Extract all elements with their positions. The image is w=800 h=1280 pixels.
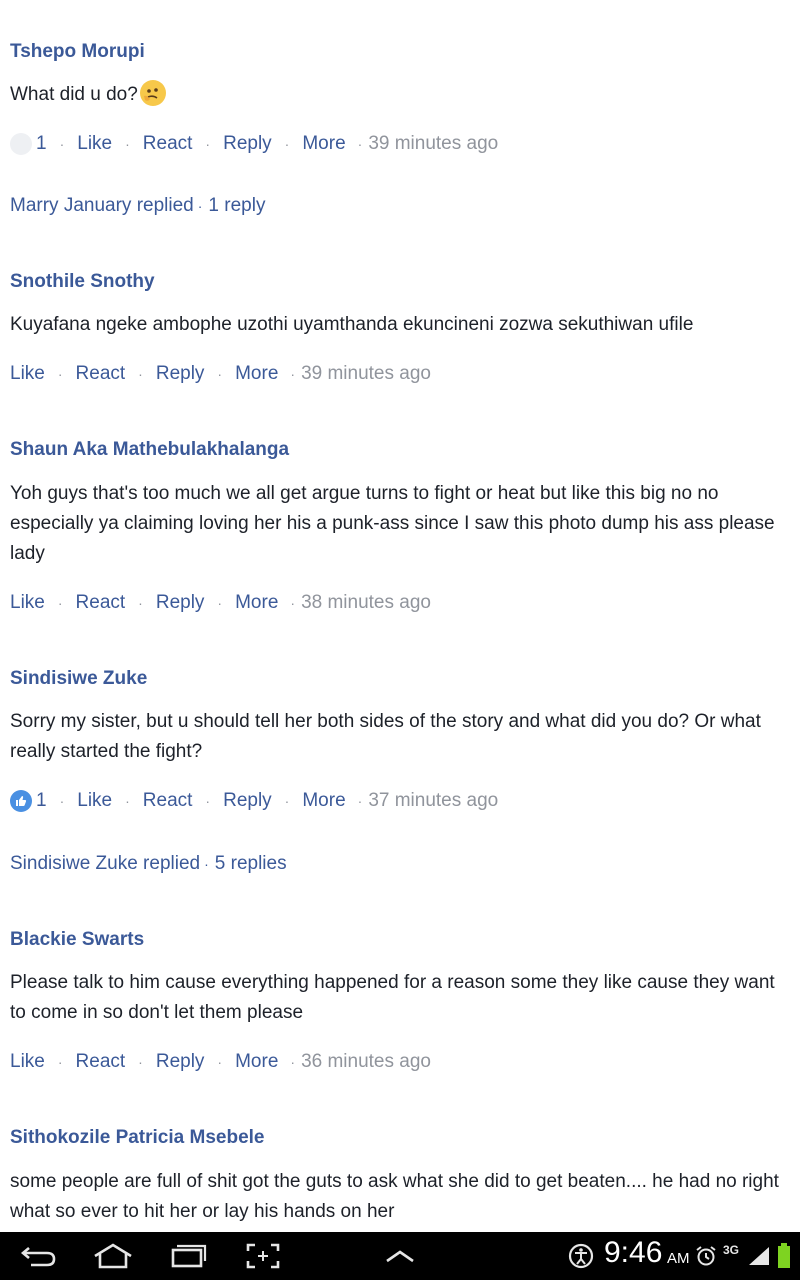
react-button[interactable]: React — [143, 133, 193, 155]
view-replies-link[interactable]: Sindisiwe Zuke replied · 5 replies — [10, 853, 287, 875]
reply-button[interactable]: Reply — [223, 790, 272, 812]
comment-author[interactable]: Tshepo Morupi — [10, 41, 145, 63]
clock-ampm: AM — [667, 1250, 690, 1267]
like-button[interactable]: Like — [77, 133, 112, 155]
comment-text: Please talk to him cause everything happ… — [10, 972, 775, 1023]
reaction-icon — [10, 133, 32, 155]
back-icon[interactable] — [14, 1232, 64, 1280]
more-button[interactable]: More — [302, 790, 345, 812]
clock-time: 9:46 — [604, 1236, 663, 1269]
thinking-emoji-icon — [139, 80, 166, 106]
comment-text: Yoh guys that's too much we all get argu… — [10, 483, 775, 564]
battery-icon — [774, 1232, 794, 1280]
network-type: 3G — [723, 1243, 740, 1257]
more-button[interactable]: More — [235, 1051, 278, 1073]
reply-button[interactable]: Reply — [223, 133, 272, 155]
view-replies-link[interactable]: Marry January replied · 1 reply — [10, 195, 265, 217]
comment-text: Sorry my sister, but u should tell her b… — [10, 711, 761, 762]
like-button[interactable]: Like — [10, 363, 45, 385]
like-button[interactable]: Like — [77, 790, 112, 812]
comment-actions: 1 · Like · React · Reply · More · 37 min… — [10, 790, 498, 812]
comment-author[interactable]: Snothile Snothy — [10, 271, 155, 293]
reaction-count[interactable]: 1 — [10, 790, 47, 812]
comment-time: 38 minutes ago — [301, 592, 431, 613]
like-button[interactable]: Like — [10, 592, 45, 614]
like-button[interactable]: Like — [10, 1051, 45, 1073]
home-icon[interactable] — [88, 1232, 138, 1280]
comment-text: What did u do? — [10, 80, 780, 110]
reply-button[interactable]: Reply — [156, 1051, 205, 1073]
comment-time: 39 minutes ago — [301, 363, 431, 384]
alarm-icon — [694, 1232, 718, 1280]
accessibility-icon — [566, 1232, 596, 1280]
like-reaction-icon — [10, 790, 32, 812]
reply-button[interactable]: Reply — [156, 592, 205, 614]
chevron-up-icon[interactable] — [380, 1232, 420, 1280]
screenshot-icon[interactable] — [243, 1232, 283, 1280]
recent-apps-icon[interactable] — [166, 1232, 210, 1280]
react-button[interactable]: React — [76, 592, 126, 614]
more-button[interactable]: More — [235, 363, 278, 385]
react-button[interactable]: React — [76, 363, 126, 385]
comment-time: 37 minutes ago — [368, 790, 499, 811]
comment-author[interactable]: Sindisiwe Zuke — [10, 668, 147, 690]
reaction-count[interactable]: 1 — [10, 133, 47, 155]
react-button[interactable]: React — [76, 1051, 126, 1073]
comment-text: Kuyafana ngeke ambophe uzothi uyamthanda… — [10, 314, 694, 335]
comments-feed: Tshepo Morupi What did u do? 1 · Like · … — [0, 0, 800, 1232]
comment-author[interactable]: Blackie Swarts — [10, 929, 144, 951]
comment-time: 36 minutes ago — [301, 1051, 431, 1072]
comment-actions: Like · React · Reply · More · 36 minutes… — [10, 1051, 431, 1073]
reply-button[interactable]: Reply — [156, 363, 205, 385]
comment-author[interactable]: Shaun Aka Mathebulakhalanga — [10, 439, 289, 461]
comment-author[interactable]: Sithokozile Patricia Msebele — [10, 1127, 264, 1149]
comment-actions: 1 · Like · React · Reply · More · 39 min… — [10, 133, 498, 155]
system-bar: 9:46 AM 3G — [0, 1232, 800, 1280]
comment-actions: Like · React · Reply · More · 39 minutes… — [10, 363, 431, 385]
signal-icon — [746, 1232, 772, 1280]
react-button[interactable]: React — [143, 790, 193, 812]
more-button[interactable]: More — [235, 592, 278, 614]
more-button[interactable]: More — [302, 133, 345, 155]
comment-time: 39 minutes ago — [368, 133, 499, 154]
comment-actions: Like · React · Reply · More · 38 minutes… — [10, 592, 431, 614]
comment-text: some people are full of shit got the gut… — [10, 1171, 779, 1222]
